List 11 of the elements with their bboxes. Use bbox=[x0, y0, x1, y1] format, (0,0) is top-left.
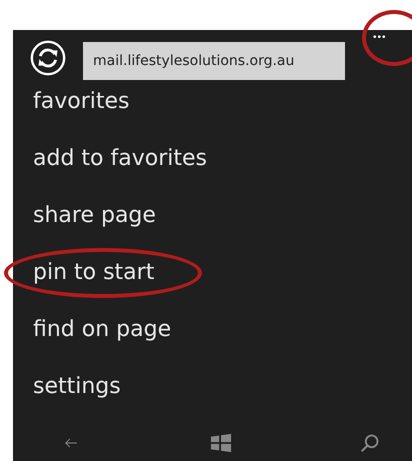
menu-item[interactable]: settings bbox=[33, 367, 412, 424]
menu-item[interactable]: pin to start bbox=[33, 253, 412, 310]
menu-item[interactable]: share page bbox=[33, 196, 412, 253]
windows-icon[interactable] bbox=[208, 432, 232, 454]
refresh-icon[interactable] bbox=[29, 39, 67, 77]
menu-item[interactable]: find on page bbox=[33, 310, 412, 367]
menu-item[interactable]: favorites bbox=[33, 82, 412, 139]
more-button[interactable]: ••• bbox=[369, 32, 391, 43]
menu-item[interactable]: add to favorites bbox=[33, 139, 412, 196]
address-field[interactable]: mail.lifestylesolutions.org.au bbox=[83, 42, 345, 80]
search-icon[interactable] bbox=[360, 433, 380, 453]
